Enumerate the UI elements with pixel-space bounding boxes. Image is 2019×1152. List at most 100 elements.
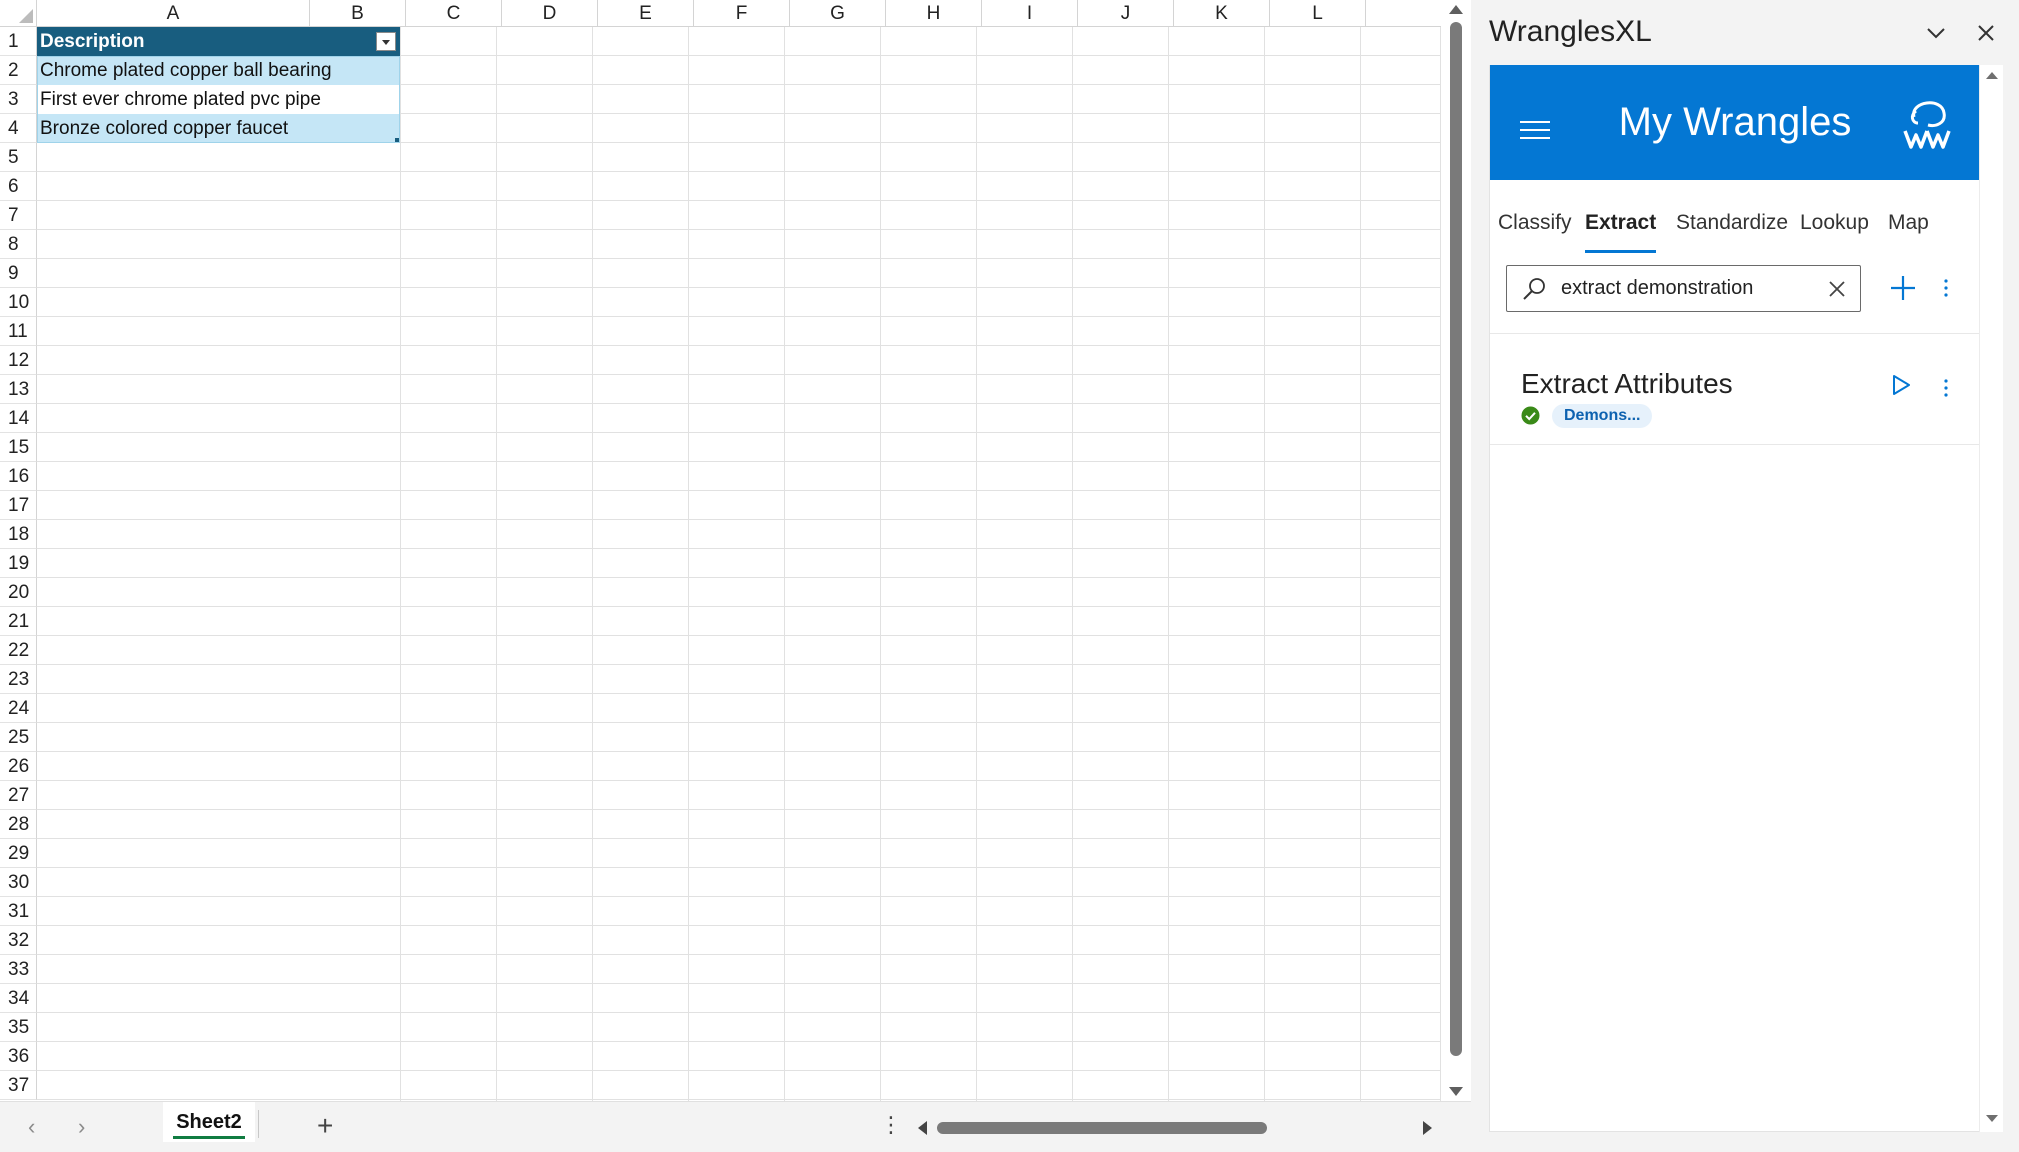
table-header-cell[interactable]: Description — [37, 27, 400, 56]
row-header[interactable]: 3 — [0, 85, 37, 114]
row-header[interactable]: 27 — [0, 781, 37, 810]
spreadsheet-area: A B C D E F G H I J K L 1 2 3 4 5 6 7 8 … — [0, 0, 1471, 1152]
row-header[interactable]: 24 — [0, 694, 37, 723]
tab-bar-more-icon[interactable]: ⋮ — [880, 1114, 902, 1136]
vertical-scroll-thumb[interactable] — [1450, 22, 1462, 1056]
row-header[interactable]: 14 — [0, 404, 37, 433]
search-icon — [1523, 278, 1545, 300]
row-header[interactable]: 4 — [0, 114, 37, 143]
row-header[interactable]: 12 — [0, 346, 37, 375]
row-header[interactable]: 22 — [0, 636, 37, 665]
row-header[interactable]: 34 — [0, 984, 37, 1013]
column-header-a[interactable]: A — [37, 0, 310, 27]
row-header[interactable]: 33 — [0, 955, 37, 984]
row-header[interactable]: 15 — [0, 433, 37, 462]
table-cell[interactable]: First ever chrome plated pvc pipe — [37, 85, 400, 114]
column-header-c[interactable]: C — [406, 0, 502, 27]
wrangle-card-title[interactable]: Extract Attributes — [1521, 367, 1733, 401]
row-header[interactable]: 21 — [0, 607, 37, 636]
addin-banner: My Wrangles — [1490, 65, 1980, 180]
column-headers: A B C D E F G H I J K L — [37, 0, 1441, 27]
row-header[interactable]: 20 — [0, 578, 37, 607]
row-header[interactable]: 6 — [0, 172, 37, 201]
column-header-k[interactable]: K — [1174, 0, 1270, 27]
column-header-i[interactable]: I — [982, 0, 1078, 27]
add-sheet-icon[interactable]: + — [317, 1112, 333, 1140]
row-header[interactable]: 7 — [0, 201, 37, 230]
task-pane-title: WranglesXL — [1489, 15, 1652, 48]
row-header[interactable]: 13 — [0, 375, 37, 404]
horizontal-scroll-thumb[interactable] — [937, 1122, 1267, 1134]
scroll-left-icon[interactable] — [918, 1121, 927, 1135]
row-header[interactable]: 1 — [0, 27, 37, 56]
row-header[interactable]: 26 — [0, 752, 37, 781]
row-header[interactable]: 37 — [0, 1071, 37, 1100]
pane-gutter — [1471, 0, 1487, 1152]
scroll-up-icon[interactable] — [1986, 72, 1998, 79]
row-header[interactable]: 9 — [0, 259, 37, 288]
column-header-j[interactable]: J — [1078, 0, 1174, 27]
scroll-down-icon[interactable] — [1986, 1115, 1998, 1122]
row-header[interactable]: 28 — [0, 810, 37, 839]
filter-dropdown-icon[interactable] — [376, 32, 396, 51]
scroll-up-icon[interactable] — [1449, 5, 1463, 14]
row-header[interactable]: 19 — [0, 549, 37, 578]
vertical-scrollbar[interactable] — [1441, 0, 1471, 1101]
row-header[interactable]: 18 — [0, 520, 37, 549]
tab-extract[interactable]: Extract — [1585, 203, 1657, 253]
scroll-down-icon[interactable] — [1449, 1087, 1463, 1096]
row-header[interactable]: 10 — [0, 288, 37, 317]
tab-map[interactable]: Map — [1888, 203, 1929, 243]
scroll-right-icon[interactable] — [1423, 1121, 1432, 1135]
tab-extract-label: Extract — [1585, 211, 1657, 234]
close-icon[interactable] — [1975, 22, 1997, 44]
search-input[interactable]: extract demonstration — [1506, 265, 1861, 312]
next-sheet-icon[interactable]: › — [78, 1116, 85, 1138]
row-header[interactable]: 31 — [0, 897, 37, 926]
excel-window: A B C D E F G H I J K L 1 2 3 4 5 6 7 8 … — [0, 0, 2019, 1152]
row-header[interactable]: 29 — [0, 839, 37, 868]
sheet-tab-sheet2[interactable]: Sheet2 — [163, 1102, 255, 1142]
row-header[interactable]: 8 — [0, 230, 37, 259]
tab-classify[interactable]: Classify — [1498, 203, 1572, 243]
row-header[interactable]: 2 — [0, 56, 37, 85]
wrangle-tag[interactable]: Demons... — [1552, 404, 1653, 428]
column-header-partial[interactable] — [1366, 0, 1441, 27]
row-header[interactable]: 5 — [0, 143, 37, 172]
chevron-down-icon[interactable] — [1925, 22, 1947, 44]
previous-sheet-icon[interactable]: ‹ — [28, 1116, 35, 1138]
table-cell[interactable]: Chrome plated copper ball bearing — [37, 56, 400, 85]
tab-standardize[interactable]: Standardize — [1676, 203, 1788, 243]
addin-content: My Wrangles Classify Extract Standardize… — [1489, 65, 1980, 1132]
table-resize-handle[interactable] — [395, 138, 400, 143]
row-header[interactable]: 17 — [0, 491, 37, 520]
row-header[interactable]: 11 — [0, 317, 37, 346]
column-header-g[interactable]: G — [790, 0, 886, 27]
tab-lookup[interactable]: Lookup — [1800, 203, 1869, 243]
row-header[interactable]: 35 — [0, 1013, 37, 1042]
clear-search-icon[interactable] — [1827, 279, 1847, 299]
divider — [1490, 333, 1980, 334]
cell-grid[interactable]: Description Chrome plated copper ball be… — [37, 27, 1441, 1101]
select-all-corner[interactable] — [0, 0, 37, 27]
column-header-e[interactable]: E — [598, 0, 694, 27]
column-header-f[interactable]: F — [694, 0, 790, 27]
row-header[interactable]: 23 — [0, 665, 37, 694]
column-header-b[interactable]: B — [310, 0, 406, 27]
column-header-d[interactable]: D — [502, 0, 598, 27]
row-header[interactable]: 32 — [0, 926, 37, 955]
row-header[interactable]: 36 — [0, 1042, 37, 1071]
search-input-value: extract demonstration — [1561, 277, 1754, 299]
row-header[interactable]: 30 — [0, 868, 37, 897]
column-header-h[interactable]: H — [886, 0, 982, 27]
row-header[interactable]: 25 — [0, 723, 37, 752]
add-icon[interactable] — [1888, 273, 1918, 303]
column-header-l[interactable]: L — [1270, 0, 1366, 27]
addin-scrollbar[interactable] — [1979, 65, 2003, 1132]
more-options-icon[interactable] — [1941, 276, 1951, 300]
table-cell[interactable]: Bronze colored copper faucet — [37, 114, 400, 143]
run-wrangle-play-icon[interactable] — [1891, 374, 1911, 396]
tab-divider — [258, 1110, 259, 1138]
card-more-options-icon[interactable] — [1941, 376, 1951, 400]
row-header[interactable]: 16 — [0, 462, 37, 491]
